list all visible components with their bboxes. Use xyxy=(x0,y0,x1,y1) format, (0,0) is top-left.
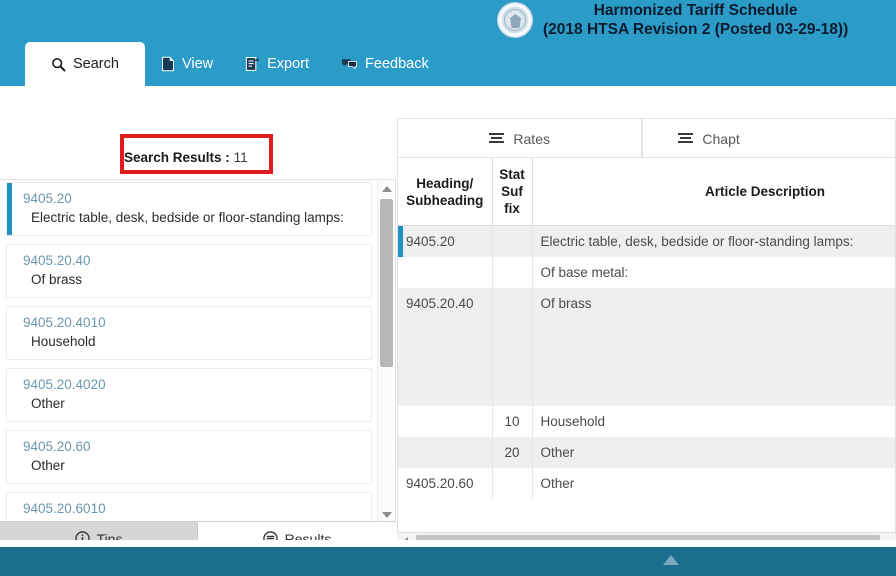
tab-chapter-label: Chapt xyxy=(702,130,740,147)
tab-view[interactable]: View xyxy=(145,42,229,86)
cell-heading xyxy=(398,406,493,437)
cell-description: Other xyxy=(532,468,895,499)
scrollbar-thumb[interactable] xyxy=(380,199,393,367)
table-header: Heading/ Subheading Stat Suf fix Article… xyxy=(398,158,895,226)
tab-rates[interactable]: Rates xyxy=(397,118,643,158)
search-results-count: 11 xyxy=(233,149,248,165)
search-results-panel: 9405.20 Electric table, desk, bedside or… xyxy=(0,179,396,522)
search-results-text: Search Results : 11 xyxy=(124,150,248,165)
list-item[interactable]: 9405.20.40 Of brass xyxy=(6,244,372,298)
tab-chapter[interactable]: Chapt xyxy=(642,118,896,158)
table-row[interactable]: Of base metal: xyxy=(398,257,895,288)
results-vertical-scrollbar[interactable] xyxy=(377,180,394,522)
cell-stat-suffix xyxy=(492,257,533,288)
list-item-code: 9405.20.40 xyxy=(23,253,91,268)
list-item-code: 9405.20.6010 xyxy=(23,501,106,516)
tab-feedback[interactable]: Feedback xyxy=(325,42,445,86)
tariff-table: Heading/ Subheading Stat Suf fix Article… xyxy=(398,158,895,499)
list-item-description: Other xyxy=(31,396,65,411)
footer-divider xyxy=(0,540,896,547)
list-item[interactable]: 9405.20.60 Other xyxy=(6,430,372,484)
top-banner: Harmonized Tariff Schedule (2018 HTSA Re… xyxy=(0,0,896,86)
tab-view-label: View xyxy=(181,56,214,72)
column-header-heading-subheading: Heading/ Subheading xyxy=(398,158,493,226)
comment-icon xyxy=(341,57,358,71)
scroll-down-arrow-icon[interactable] xyxy=(378,506,395,522)
column-header-stat-suffix: Stat Suf fix xyxy=(492,158,533,226)
detail-panel-tabs: Rates Chapt xyxy=(397,118,896,158)
table-body: 9405.20 Electric table, desk, bedside or… xyxy=(398,225,895,499)
cell-description: Of base metal: xyxy=(532,257,895,288)
tab-rates-label: Rates xyxy=(513,130,550,147)
list-item-code: 9405.20.4020 xyxy=(23,377,106,392)
cell-heading xyxy=(398,257,493,288)
column-header-article-description: Article Description xyxy=(532,158,895,226)
list-item-description: Of brass xyxy=(31,272,83,287)
list-item-description: Household xyxy=(31,334,96,349)
cell-stat-suffix xyxy=(492,225,533,257)
list-item-code: 9405.20.60 xyxy=(23,439,91,454)
search-results-label: Search Results : xyxy=(124,149,230,165)
table-row[interactable]: 9405.20 Electric table, desk, bedside or… xyxy=(398,225,895,257)
export-icon xyxy=(245,56,260,72)
scroll-up-arrow-icon[interactable] xyxy=(378,180,395,197)
list-item[interactable]: 9405.20.4010 Household xyxy=(6,306,372,360)
hamburger-icon xyxy=(489,133,505,144)
document-icon xyxy=(161,56,175,72)
hamburger-icon xyxy=(678,133,694,144)
tab-feedback-label: Feedback xyxy=(365,56,429,72)
tariff-table-container: Heading/ Subheading Stat Suf fix Article… xyxy=(397,157,896,541)
page-title: Harmonized Tariff Schedule xyxy=(593,2,798,19)
list-item-code: 9405.20 xyxy=(23,191,72,206)
application-window: Harmonized Tariff Schedule (2018 HTSA Re… xyxy=(0,0,896,576)
tab-export-label: Export xyxy=(267,56,310,72)
cell-description: Of brass xyxy=(532,288,895,406)
main-navigation: Search View Export Feedback xyxy=(0,42,896,86)
column-header-stat-line3: fix xyxy=(504,201,520,216)
tab-search[interactable]: Search xyxy=(25,42,145,86)
table-row[interactable]: 9405.20.60 Other xyxy=(398,468,895,499)
column-header-heading-line2: Subheading xyxy=(406,192,484,208)
tab-export[interactable]: Export xyxy=(229,42,325,86)
list-item[interactable]: 9405.20.6010 Household xyxy=(6,492,372,522)
table-row[interactable]: 20 Other xyxy=(398,437,895,468)
footer-bar xyxy=(0,547,896,576)
cell-heading: 9405.20.40 xyxy=(398,288,493,406)
tab-search-label: Search xyxy=(73,56,119,72)
table-row[interactable]: 9405.20.40 Of brass xyxy=(398,288,895,406)
page-subtitle: (2018 HTSA Revision 2 (Posted 03-29-18)) xyxy=(543,21,849,38)
cell-stat-suffix xyxy=(492,288,533,406)
table-header-row: Heading/ Subheading Stat Suf fix Article… xyxy=(398,158,895,226)
brand-text: Harmonized Tariff Schedule (2018 HTSA Re… xyxy=(543,0,848,39)
list-item[interactable]: 9405.20 Electric table, desk, bedside or… xyxy=(6,182,372,236)
nav-left-spacer xyxy=(0,42,25,86)
cell-description: Household xyxy=(532,406,895,437)
cell-heading: 9405.20 xyxy=(398,225,493,257)
cell-heading xyxy=(398,437,493,468)
cell-stat-suffix: 20 xyxy=(492,437,533,468)
cell-heading: 9405.20.60 xyxy=(398,468,493,499)
table-row[interactable]: 10 Household xyxy=(398,406,895,437)
cell-description: Electric table, desk, bedside or floor-s… xyxy=(532,225,895,257)
search-results-list: 9405.20 Electric table, desk, bedside or… xyxy=(0,180,378,522)
detail-panel: Rates Chapt Heading/ Subheading Stat Suf… xyxy=(397,86,896,576)
list-item-code: 9405.20.4010 xyxy=(23,315,106,330)
cell-stat-suffix: 10 xyxy=(492,406,533,437)
us-government-seal-icon xyxy=(497,2,533,38)
cell-description: Other xyxy=(532,437,895,468)
brand: Harmonized Tariff Schedule (2018 HTSA Re… xyxy=(497,0,848,39)
cell-stat-suffix xyxy=(492,468,533,499)
scroll-to-top-icon[interactable] xyxy=(663,555,679,565)
column-header-stat-line2: Suf xyxy=(501,184,523,199)
list-item-description: Other xyxy=(31,458,65,473)
column-header-stat-line1: Stat xyxy=(499,167,525,182)
search-icon xyxy=(51,57,66,72)
content-area: Search Results : 11 9405.20 Electric tab… xyxy=(0,86,896,576)
column-header-heading-line1: Heading/ xyxy=(416,175,474,191)
list-item[interactable]: 9405.20.4020 Other xyxy=(6,368,372,422)
search-results-heading: Search Results : 11 xyxy=(124,145,269,169)
list-item-description: Electric table, desk, bedside or floor-s… xyxy=(31,210,344,225)
